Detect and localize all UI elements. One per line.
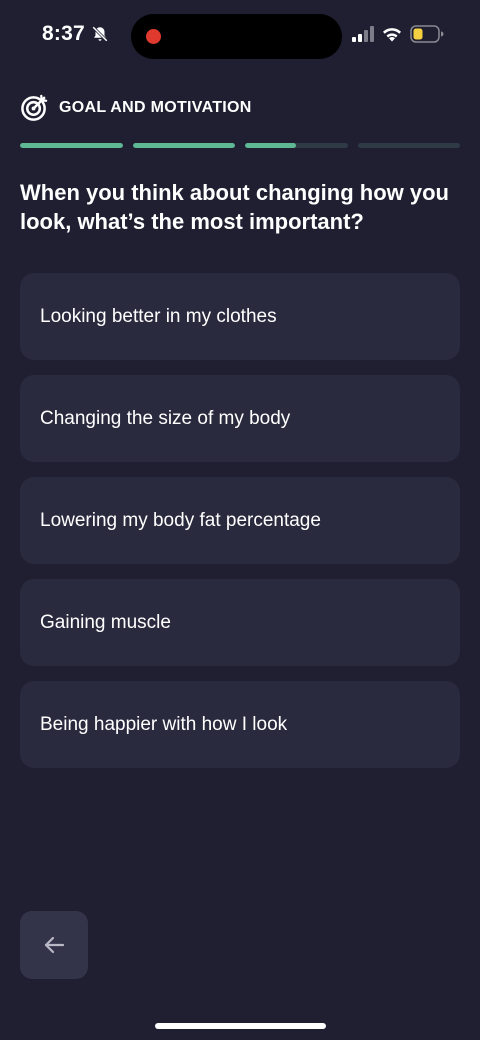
dynamic-island xyxy=(131,14,342,59)
status-time: 8:37 xyxy=(42,22,85,45)
progress-segment xyxy=(245,143,348,148)
battery-icon xyxy=(410,25,444,43)
back-button[interactable] xyxy=(20,911,88,979)
bell-slash-icon xyxy=(92,26,108,42)
progress-segment xyxy=(132,143,235,148)
progress-fill xyxy=(245,143,297,148)
option-label: Gaining muscle xyxy=(40,611,171,633)
option-label: Looking better in my clothes xyxy=(40,305,277,327)
recording-indicator xyxy=(146,29,161,44)
arrow-left-icon xyxy=(44,936,65,954)
progress-fill xyxy=(20,143,123,148)
option-card[interactable]: Looking better in my clothes xyxy=(20,273,460,360)
option-card[interactable]: Being happier with how I look xyxy=(20,681,460,768)
option-label: Changing the size of my body xyxy=(40,407,291,429)
home-indicator xyxy=(155,1023,326,1029)
option-card[interactable]: Changing the size of my body xyxy=(20,375,460,462)
question-title: When you think about changing how you lo… xyxy=(20,180,449,234)
progress-segment xyxy=(20,143,123,148)
options-list: Looking better in my clothes Changing the… xyxy=(20,273,460,768)
option-card[interactable]: Gaining muscle xyxy=(20,579,460,666)
wifi-icon xyxy=(383,28,401,42)
signal-icon xyxy=(352,26,374,42)
option-card[interactable]: Lowering my body fat percentage xyxy=(20,477,460,564)
status-icons xyxy=(352,25,444,43)
option-label: Being happier with how I look xyxy=(40,713,288,735)
progress-fill xyxy=(132,143,235,148)
target-icon xyxy=(21,94,48,121)
status-time-group: 8:37 xyxy=(42,22,109,46)
progress-bar xyxy=(20,143,460,148)
progress-segment xyxy=(357,143,460,148)
section-header: GOAL AND MOTIVATION xyxy=(20,93,252,122)
section-label: GOAL AND MOTIVATION xyxy=(59,98,252,116)
status-bar: 8:37 xyxy=(0,0,480,72)
option-label: Lowering my body fat percentage xyxy=(40,509,321,531)
